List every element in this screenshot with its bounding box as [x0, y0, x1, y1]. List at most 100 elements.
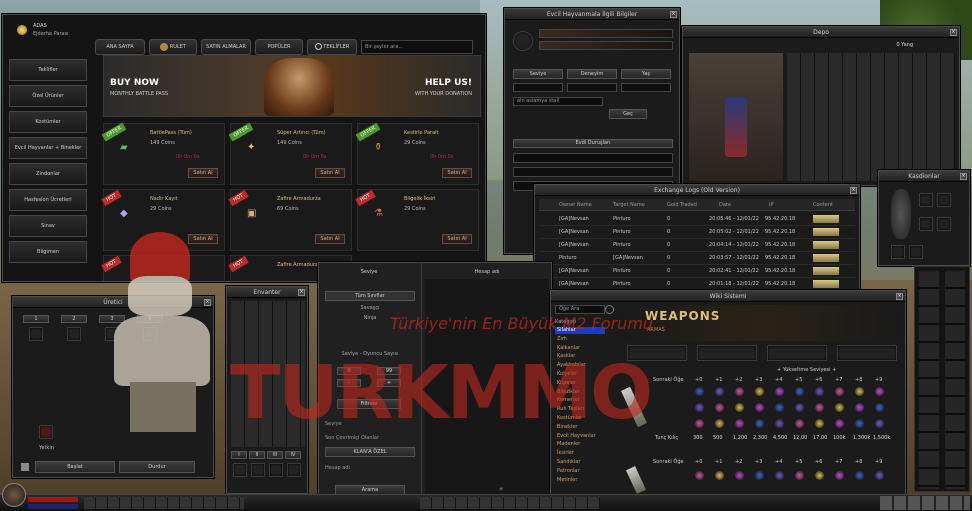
quick-slot-column[interactable] — [945, 271, 965, 489]
refine-material-icon[interactable] — [795, 387, 804, 396]
refine-material-icon[interactable] — [855, 387, 864, 396]
weapon-type-tab[interactable] — [767, 345, 827, 361]
refine-material-icon[interactable] — [735, 419, 744, 428]
refine-material-icon[interactable] — [775, 403, 784, 412]
refine-material-icon[interactable] — [755, 419, 764, 428]
refine-material-icon[interactable] — [715, 471, 724, 480]
exchange-row[interactable]: [GA]Nevsan Pinturo 0 20:05:46 - 12/01/22 95.… — [539, 213, 855, 226]
refine-material-icon[interactable] — [755, 403, 764, 412]
character-portrait[interactable] — [2, 483, 26, 507]
quick-tool-slot[interactable] — [251, 463, 265, 477]
search-icon[interactable] — [605, 305, 614, 314]
exchange-row[interactable]: [GA]Nevsan Pinturo 0 20:02:41 - 12/01/22 95.… — [539, 265, 855, 278]
product-card[interactable]: HOT ⚗ Bilgelik İksiri 29 Coins Satın Al — [355, 189, 479, 251]
item-bar[interactable] — [420, 497, 600, 509]
content-view-icon[interactable] — [813, 228, 839, 236]
inventory-page-4[interactable]: IV — [285, 451, 301, 459]
refine-material-icon[interactable] — [875, 471, 884, 480]
refine-material-icon[interactable] — [715, 403, 724, 412]
refine-material-icon[interactable] — [775, 387, 784, 396]
refine-material-icon[interactable] — [795, 471, 804, 480]
refine-material-icon[interactable] — [835, 387, 844, 396]
close-icon[interactable]: × — [960, 173, 967, 180]
weapon-type-tab[interactable] — [697, 345, 757, 361]
refine-material-icon[interactable] — [855, 403, 864, 412]
exchange-row[interactable]: Pinturo [GA]Nevsan 0 20:03:57 - 12/01/22 95.… — [539, 252, 855, 265]
quick-slot-column[interactable] — [919, 271, 939, 489]
tab-offers[interactable]: TEKLİFLER — [307, 39, 357, 55]
trash-icon[interactable] — [21, 463, 29, 471]
category-costumes[interactable]: Kostümler — [9, 111, 87, 133]
category-fees[interactable]: Hasfeslon Ücretleri — [9, 189, 87, 211]
refine-material-icon[interactable] — [735, 387, 744, 396]
close-icon[interactable]: × — [950, 29, 957, 36]
buy-button[interactable]: Satın Al — [442, 234, 472, 244]
side-inventory-titlebar[interactable]: Envanter × — [227, 287, 307, 298]
refine-material-icon[interactable] — [875, 419, 884, 428]
inventory-page-2[interactable]: II — [249, 451, 265, 459]
refine-material-icon[interactable] — [775, 471, 784, 480]
equip-slot[interactable] — [919, 217, 933, 231]
refine-material-icon[interactable] — [735, 403, 744, 412]
tab-home[interactable]: ANA SAYFA — [95, 39, 145, 55]
product-card[interactable]: OFFER ✦ Süper Artırıcı (Tüm) 149 Coins 0… — [228, 122, 352, 185]
quick-tool-slot[interactable] — [233, 463, 247, 477]
category-misc[interactable]: Bilgimen — [9, 241, 87, 263]
tab-roulette[interactable]: RULET — [149, 39, 197, 55]
refine-material-icon[interactable] — [735, 471, 744, 480]
craft-start-button[interactable]: Başlat — [35, 461, 115, 473]
refine-material-icon[interactable] — [815, 387, 824, 396]
refine-material-icon[interactable] — [855, 419, 864, 428]
clan-only-button[interactable]: KLAN'A ÖZEL — [325, 447, 415, 457]
content-view-icon[interactable] — [813, 215, 839, 223]
refine-material-icon[interactable] — [715, 419, 724, 428]
skill-bar[interactable] — [84, 497, 244, 509]
content-view-icon[interactable] — [813, 241, 839, 249]
pet-info-titlebar[interactable]: Evcil Hayvanmala İlgili Bilgiler × — [505, 9, 679, 20]
wiki-category-item[interactable]: Sandıklar — [555, 459, 605, 466]
refine-material-icon[interactable] — [835, 419, 844, 428]
quick-tool-slot[interactable] — [287, 463, 301, 477]
close-icon[interactable]: × — [670, 11, 677, 18]
pet-feed-button[interactable]: Geç — [609, 109, 647, 119]
wiki-category-item[interactable]: Zırh — [555, 336, 605, 343]
inventory-page-3[interactable]: III — [267, 451, 283, 459]
equip-slot[interactable] — [909, 245, 923, 259]
refine-material-icon[interactable] — [815, 471, 824, 480]
refine-material-icon[interactable] — [695, 471, 704, 480]
refine-material-icon[interactable] — [755, 471, 764, 480]
craft-result-icon[interactable] — [39, 425, 53, 439]
category-dungeons[interactable]: Zindonlar — [9, 163, 87, 185]
content-view-icon[interactable] — [813, 254, 839, 262]
product-card[interactable]: OFFER ▰ BattlePass (Tüm) 149 Coins 0h 0m… — [101, 122, 225, 185]
content-view-icon[interactable] — [813, 280, 839, 288]
refine-material-icon[interactable] — [695, 403, 704, 412]
inventory-page-1[interactable]: I — [231, 451, 247, 459]
filter-option-all[interactable]: Tüm Sınıflar — [325, 291, 415, 301]
refine-material-icon[interactable] — [875, 403, 884, 412]
refine-material-icon[interactable] — [815, 419, 824, 428]
close-icon[interactable]: × — [298, 289, 305, 296]
craft-slot[interactable] — [67, 327, 81, 341]
refine-material-icon[interactable] — [795, 419, 804, 428]
product-card[interactable]: OFFER ⚱ Kestirle Paralt 29 Coins 0h 0m 0… — [355, 122, 479, 185]
category-special[interactable]: Özel Ürünler — [9, 85, 87, 107]
buy-button[interactable]: Satın Al — [315, 168, 345, 178]
refine-material-icon[interactable] — [835, 403, 844, 412]
wiki-titlebar[interactable]: Wiki Sistemi × — [551, 291, 905, 302]
pet-portrait-slot[interactable] — [513, 31, 533, 51]
craft-slot[interactable] — [29, 327, 43, 341]
refine-material-icon[interactable] — [715, 387, 724, 396]
warehouse-slots[interactable] — [787, 53, 955, 181]
refine-material-icon[interactable] — [695, 387, 704, 396]
wiki-category-item[interactable]: Madenler — [555, 441, 605, 448]
equip-slot[interactable] — [937, 193, 951, 207]
wiki-category-item[interactable]: İksirler — [555, 450, 605, 457]
refine-material-icon[interactable] — [795, 403, 804, 412]
craft-stop-button[interactable]: Durdur — [119, 461, 195, 473]
close-icon[interactable]: × — [896, 293, 903, 300]
equip-slot[interactable] — [937, 217, 951, 231]
wiki-category-item[interactable]: Patronlar — [555, 468, 605, 475]
tab-purchases[interactable]: SATIN ALMALAR — [201, 39, 251, 55]
quick-tool-slot[interactable] — [269, 463, 283, 477]
